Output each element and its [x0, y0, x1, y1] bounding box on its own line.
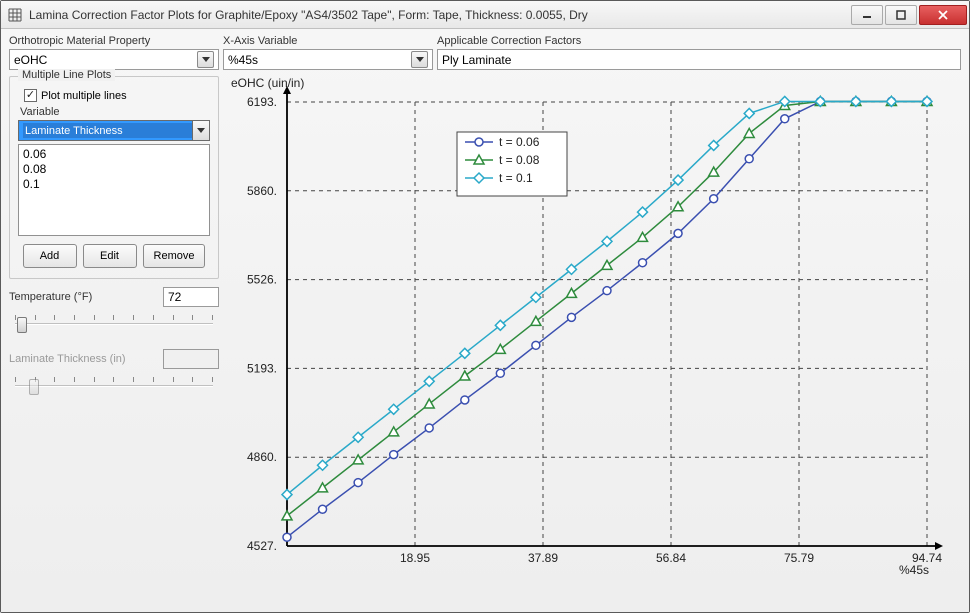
svg-text:37.89: 37.89 [528, 551, 558, 565]
list-item[interactable]: 0.08 [23, 162, 205, 177]
ortho-prop-combo[interactable]: eOHC [9, 49, 219, 70]
plot-multi-checkbox[interactable] [24, 89, 37, 102]
remove-button[interactable]: Remove [143, 244, 206, 268]
window: Lamina Correction Factor Plots for Graph… [0, 0, 970, 613]
list-item[interactable]: 0.06 [23, 147, 205, 162]
appl-cf-field: Ply Laminate [437, 49, 961, 70]
content-area: Orthotropic Material Property X-Axis Var… [1, 29, 969, 612]
variable-combo[interactable]: Laminate Thickness [18, 120, 210, 141]
chevron-down-icon [197, 51, 214, 68]
variable-label: Variable [20, 106, 210, 118]
list-item[interactable]: 0.1 [23, 177, 205, 192]
minimize-button[interactable] [851, 5, 883, 25]
thickness-slider [9, 373, 219, 397]
chevron-down-icon [411, 51, 428, 68]
left-panel: Multiple Line Plots Plot multiple lines … [9, 76, 219, 604]
svg-text:75.79: 75.79 [784, 551, 814, 565]
svg-text:4860.: 4860. [247, 450, 277, 464]
chevron-down-icon [192, 121, 209, 140]
close-button[interactable] [919, 5, 967, 25]
multiple-line-plots-group: Multiple Line Plots Plot multiple lines … [9, 76, 219, 279]
xaxis-var-label: X-Axis Variable [223, 35, 433, 47]
temperature-label: Temperature (°F) [9, 291, 157, 303]
chart: 4527. 4860. 5193. 5526. 5860. 6193. 18.95 37.89… [227, 76, 947, 586]
svg-text:4527.: 4527. [247, 539, 277, 553]
slider-thumb [29, 379, 39, 395]
svg-text:56.84: 56.84 [656, 551, 686, 565]
edit-button[interactable]: Edit [83, 244, 137, 268]
appl-cf-label: Applicable Correction Factors [437, 35, 961, 47]
add-button[interactable]: Add [23, 244, 77, 268]
temperature-group: Temperature (°F) 72 [9, 285, 219, 335]
svg-text:18.95: 18.95 [400, 551, 430, 565]
slider-thumb[interactable] [17, 317, 27, 333]
temperature-slider[interactable] [9, 311, 219, 335]
values-listbox[interactable]: 0.06 0.08 0.1 [18, 144, 210, 236]
temperature-input[interactable]: 72 [163, 287, 219, 307]
group-legend: Multiple Line Plots [18, 69, 115, 81]
variable-value: Laminate Thickness [23, 123, 192, 138]
appl-cf-value: Ply Laminate [442, 53, 511, 67]
xaxis-var-combo[interactable]: %45s [223, 49, 433, 70]
xaxis-var-value: %45s [228, 53, 258, 67]
ortho-prop-label: Orthotropic Material Property [9, 35, 219, 47]
svg-text:6193.: 6193. [247, 95, 277, 109]
window-title: Lamina Correction Factor Plots for Graph… [29, 8, 849, 22]
svg-text:5526.: 5526. [247, 273, 277, 287]
svg-text:t = 0.06: t = 0.06 [499, 135, 540, 149]
svg-text:t = 0.08: t = 0.08 [499, 153, 540, 167]
chart-panel: eOHC (uin/in) 4527.4860.5193.5526.5860.6… [227, 76, 961, 604]
ortho-prop-value: eOHC [14, 53, 47, 67]
svg-text:5193.: 5193. [247, 361, 277, 375]
thickness-label: Laminate Thickness (in) [9, 353, 157, 365]
maximize-button[interactable] [885, 5, 917, 25]
app-icon [7, 7, 23, 23]
titlebar: Lamina Correction Factor Plots for Graph… [1, 1, 969, 29]
thickness-group: Laminate Thickness (in) [9, 347, 219, 397]
plot-multi-label: Plot multiple lines [41, 90, 127, 102]
thickness-input [163, 349, 219, 369]
svg-text:t = 0.1: t = 0.1 [499, 171, 533, 185]
svg-text:5860.: 5860. [247, 184, 277, 198]
svg-text:%45s: %45s [899, 563, 929, 577]
